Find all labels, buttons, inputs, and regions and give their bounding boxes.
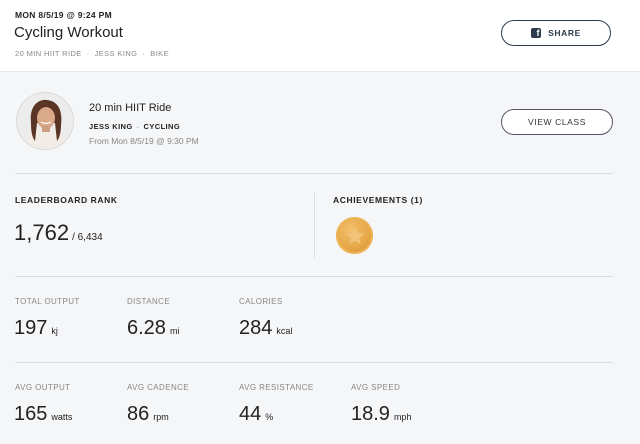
stat-label-avg-output: AVG OUTPUT — [15, 383, 71, 392]
stat-value-avg-output: 165 watts — [14, 403, 72, 426]
class-name: 20 min HIIT Ride — [89, 102, 172, 114]
instructor-photo — [17, 93, 73, 149]
workout-datetime: MON 8/5/19 @ 9:24 PM — [15, 10, 112, 20]
facebook-icon: f — [531, 28, 542, 38]
stat-unit: rpm — [153, 412, 169, 422]
class-type: CYCLING — [143, 122, 181, 131]
stat-value-avg-speed: 18.9 mph — [351, 403, 411, 426]
star-icon — [345, 226, 364, 244]
stat-label-avg-cadence: AVG CADENCE — [127, 383, 190, 392]
achievements-label: ACHIEVEMENTS (1) — [333, 195, 423, 205]
stat-number: 6.28 — [127, 317, 166, 339]
stat-unit: % — [265, 412, 274, 422]
rank-value: 1,762 — [14, 220, 70, 245]
avatar — [16, 92, 74, 150]
stat-number: 86 — [127, 403, 150, 425]
divider — [15, 362, 613, 363]
stat-value-distance: 6.28 mi — [127, 317, 179, 340]
stat-label-total-output: TOTAL OUTPUT — [15, 297, 80, 306]
class-meta: JESS KING · CYCLING — [89, 122, 181, 131]
stat-unit: kj — [51, 326, 58, 336]
workout-details: 20 min HIIT Ride JESS KING · CYCLING From … — [0, 71, 640, 444]
stat-number: 197 — [14, 317, 48, 339]
stat-label-calories: CALORIES — [239, 297, 283, 306]
subtitle-equipment: BIKE — [150, 49, 169, 58]
stat-label-avg-speed: AVG SPEED — [351, 383, 401, 392]
stat-unit: mph — [393, 412, 412, 422]
subtitle-class: 20 MIN HIIT RIDE — [15, 49, 82, 58]
leaderboard-label: LEADERBOARD RANK — [15, 195, 118, 205]
workout-header: MON 8/5/19 @ 9:24 PM Cycling Workout 20 … — [0, 0, 640, 71]
view-class-button[interactable]: VIEW CLASS — [501, 109, 613, 135]
rank-total: / 6,434 — [72, 232, 103, 243]
star-medal-icon[interactable] — [336, 217, 373, 254]
share-button[interactable]: f SHARE — [501, 20, 611, 46]
workout-subtitle: 20 MIN HIIT RIDE · JESS KING · BIKE — [15, 49, 169, 58]
stat-number: 18.9 — [351, 403, 390, 425]
leaderboard-rank: 1,762/ 6,434 — [14, 220, 103, 246]
class-instructor: JESS KING — [89, 122, 133, 131]
stat-number: 44 — [239, 403, 262, 425]
stat-label-distance: DISTANCE — [127, 297, 171, 306]
divider — [15, 276, 613, 277]
page-title: Cycling Workout — [14, 24, 123, 41]
stat-value-total-output: 197 kj — [14, 317, 58, 340]
class-date: From Mon 8/5/19 @ 9:30 PM — [89, 136, 199, 146]
stat-value-avg-cadence: 86 rpm — [127, 403, 169, 426]
stat-unit: kcal — [276, 326, 293, 336]
divider — [15, 173, 613, 174]
subtitle-instructor: JESS KING — [94, 49, 138, 58]
section-divider — [314, 192, 315, 258]
stat-number: 284 — [239, 317, 273, 339]
stat-label-avg-resistance: AVG RESISTANCE — [239, 383, 314, 392]
stat-unit: mi — [169, 326, 180, 336]
share-label: SHARE — [548, 28, 581, 38]
stat-value-avg-resistance: 44% — [239, 403, 273, 426]
stat-unit: watts — [51, 412, 73, 422]
stat-number: 165 — [14, 403, 48, 425]
stat-value-calories: 284 kcal — [239, 317, 292, 340]
